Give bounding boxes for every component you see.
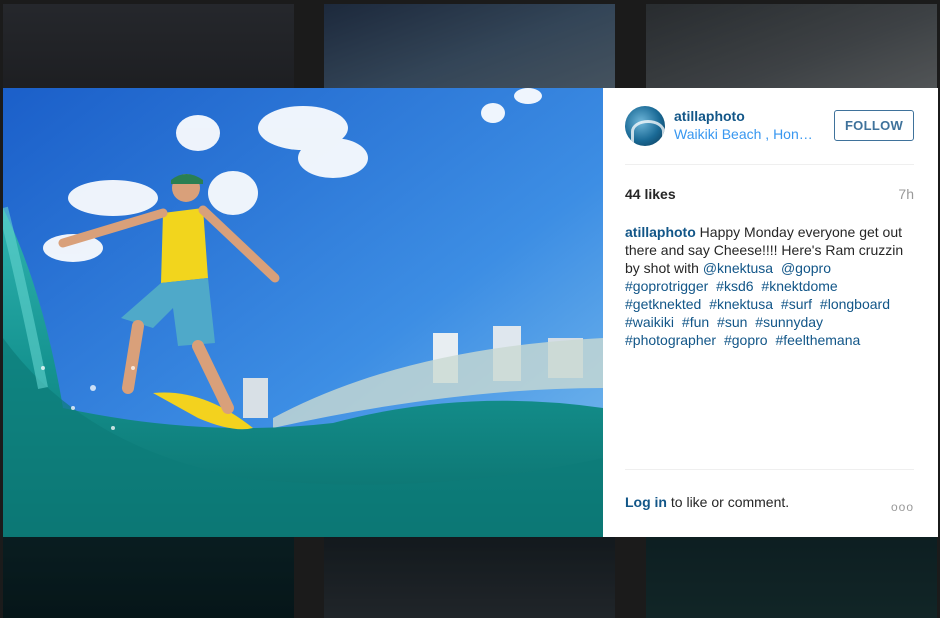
caption-tag-link[interactable]: #sunnyday xyxy=(755,314,823,330)
caption-tag-link[interactable]: #longboard xyxy=(820,296,890,312)
caption-tag-link[interactable]: #sun xyxy=(717,314,747,330)
caption-tag-link[interactable]: #fun xyxy=(682,314,709,330)
caption-tag-link[interactable]: @knektusa xyxy=(703,260,773,276)
caption-tag-link[interactable]: #surf xyxy=(781,296,812,312)
caption-tag-link[interactable]: #goprotrigger xyxy=(625,278,708,294)
post-photo[interactable] xyxy=(3,88,603,537)
username-link[interactable]: atillaphoto xyxy=(674,108,745,124)
wave-icon xyxy=(631,120,665,143)
post-header: atillaphoto Waikiki Beach , Hon… FOLLOW xyxy=(625,104,914,165)
surfer-photo-illustration xyxy=(3,88,603,537)
caption-tag-link[interactable]: #feelthemana xyxy=(775,332,860,348)
post-caption: atillaphoto Happy Monday everyone get ou… xyxy=(625,223,916,349)
caption-tag-link[interactable]: #knektusa xyxy=(709,296,773,312)
post-details-panel: atillaphoto Waikiki Beach , Hon… FOLLOW … xyxy=(603,88,938,537)
caption-tag-link[interactable]: #knektdome xyxy=(761,278,837,294)
post-modal: atillaphoto Waikiki Beach , Hon… FOLLOW … xyxy=(3,88,938,537)
likes-count[interactable]: 44 likes xyxy=(625,186,676,202)
caption-tag-link[interactable]: #waikiki xyxy=(625,314,674,330)
avatar[interactable] xyxy=(625,106,665,146)
more-options-icon[interactable]: ooo xyxy=(891,500,914,514)
login-link[interactable]: Log in xyxy=(625,494,667,510)
caption-tag-link[interactable]: #gopro xyxy=(724,332,768,348)
caption-tag-link[interactable]: @gopro xyxy=(781,260,831,276)
caption-tag-link[interactable]: #getknekted xyxy=(625,296,701,312)
post-footer: Log in to like or comment. ooo xyxy=(625,469,914,538)
location-link[interactable]: Waikiki Beach , Hon… xyxy=(674,126,824,142)
caption-author-link[interactable]: atillaphoto xyxy=(625,224,696,240)
login-suffix: to like or comment. xyxy=(670,494,790,510)
caption-tag-link[interactable]: #photographer xyxy=(625,332,716,348)
follow-button[interactable]: FOLLOW xyxy=(834,110,914,141)
login-prompt: Log in to like or comment. xyxy=(625,494,789,510)
caption-tag-link[interactable]: #ksd6 xyxy=(716,278,753,294)
post-time: 7h xyxy=(898,186,914,202)
